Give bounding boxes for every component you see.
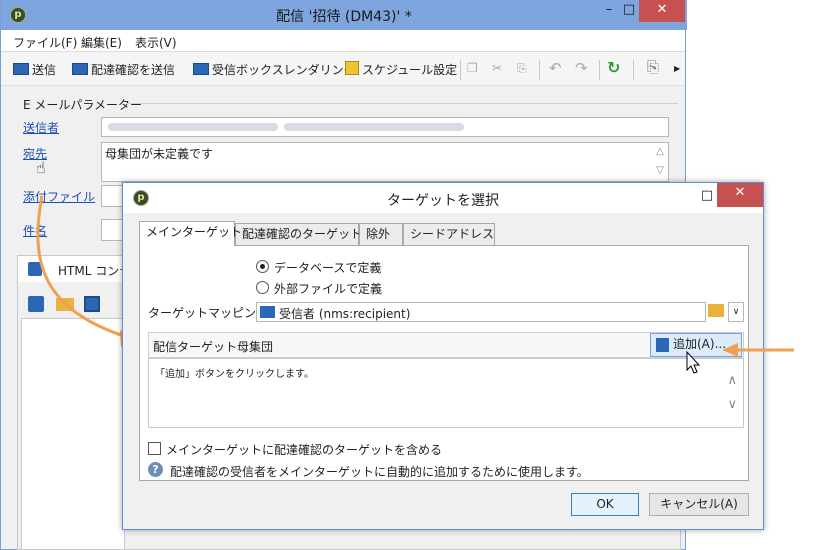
straight-arrow-head [722,343,738,357]
tab-main-target[interactable]: メインターゲット [139,221,242,246]
mouse-pointer-icon [686,350,701,374]
annotation-overlay [686,343,794,374]
